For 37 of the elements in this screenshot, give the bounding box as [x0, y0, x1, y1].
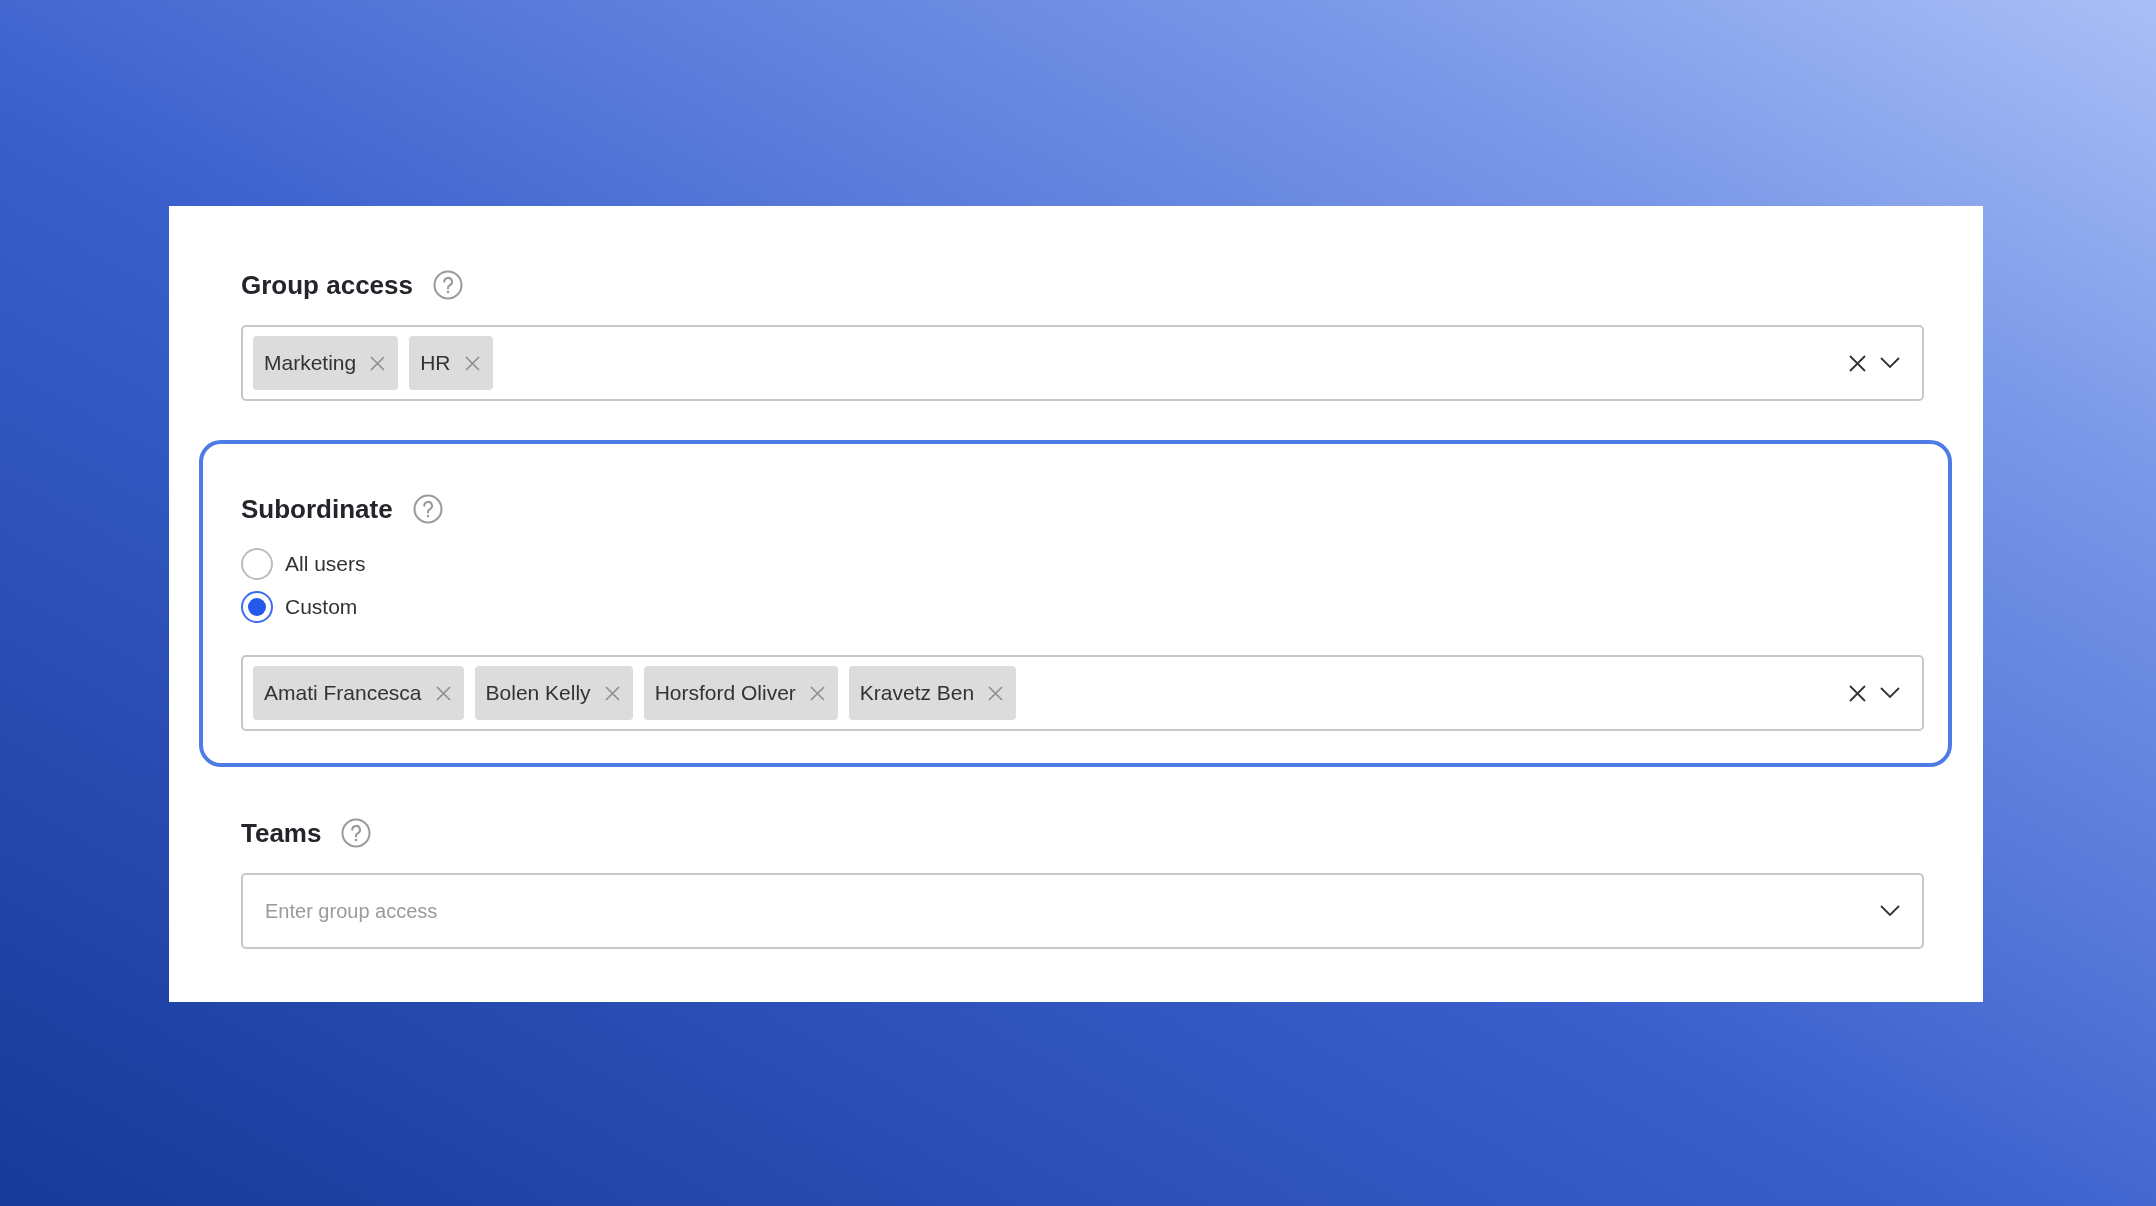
- tag-label: Marketing: [264, 351, 357, 375]
- tag-label: HR: [420, 351, 451, 375]
- remove-icon[interactable]: [604, 685, 620, 701]
- clear-icon[interactable]: [1849, 684, 1866, 702]
- tag-label: Bolen Kelly: [485, 681, 591, 705]
- radio-button[interactable]: [241, 548, 273, 580]
- tag-chip[interactable]: Kravetz Ben: [848, 666, 1017, 720]
- radio-button[interactable]: [241, 591, 273, 623]
- tag-label: Amati Francesca: [264, 681, 422, 705]
- chevron-down-icon[interactable]: [1880, 357, 1900, 369]
- tag-chip[interactable]: Amati Francesca: [253, 666, 464, 720]
- multi-select-field[interactable]: Marketing HR: [241, 325, 1924, 401]
- clear-icon[interactable]: [1849, 354, 1866, 372]
- tag-label: Horsford Oliver: [654, 681, 796, 705]
- section-heading: Teams: [241, 817, 322, 849]
- radio-label: Custom: [285, 595, 358, 619]
- help-icon[interactable]: [412, 494, 443, 524]
- tag-chip[interactable]: Horsford Oliver: [643, 666, 838, 720]
- tag-chip[interactable]: HR: [409, 336, 493, 390]
- remove-icon[interactable]: [464, 355, 480, 371]
- remove-icon[interactable]: [370, 355, 386, 371]
- text-input[interactable]: Enter group access: [253, 899, 665, 923]
- select-field[interactable]: Enter group access: [241, 873, 1924, 949]
- chevron-down-icon[interactable]: [1880, 687, 1900, 699]
- tag-chip[interactable]: Bolen Kelly: [474, 666, 633, 720]
- tag-chip[interactable]: Marketing: [253, 336, 399, 390]
- remove-icon[interactable]: [988, 685, 1004, 701]
- radio-label: All users: [285, 552, 366, 576]
- section-heading: Group access: [241, 269, 413, 301]
- chevron-down-icon[interactable]: [1880, 905, 1900, 917]
- help-icon[interactable]: [341, 818, 372, 848]
- help-icon[interactable]: [433, 270, 463, 300]
- remove-icon[interactable]: [809, 685, 825, 701]
- section-heading: Subordinate: [241, 493, 393, 525]
- remove-icon[interactable]: [435, 685, 451, 701]
- multi-select-field[interactable]: Amati Francesca Bolen Kelly Horsford Oliver Kravetz Ben: [241, 655, 1924, 731]
- tag-label: Kravetz Ben: [859, 681, 975, 705]
